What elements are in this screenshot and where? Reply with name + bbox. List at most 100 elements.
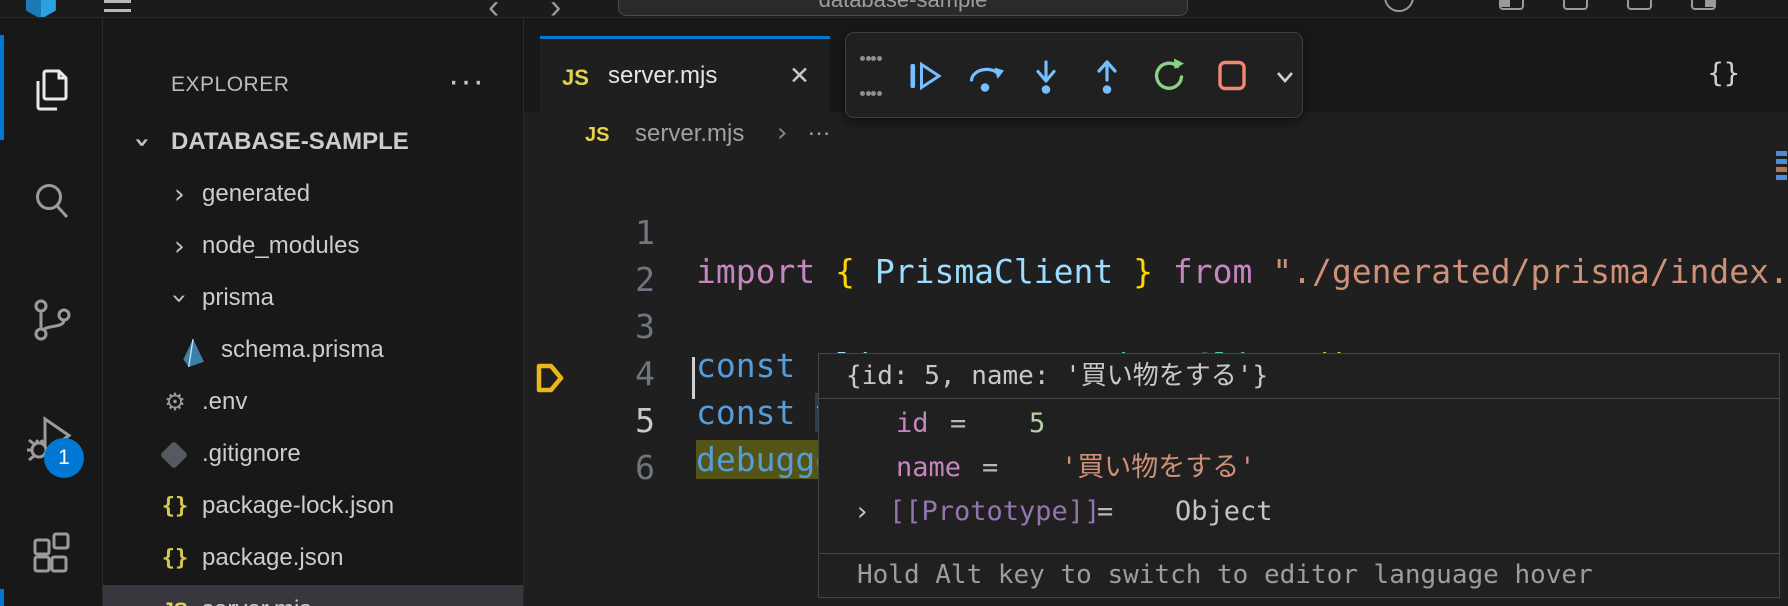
toggle-sidebar-icon[interactable] [1499, 0, 1524, 10]
extensions-icon [26, 529, 78, 581]
activity-bar: 1 [0, 18, 103, 606]
chevron-down-icon: › [127, 137, 158, 148]
git-icon [160, 441, 188, 469]
command-center-label: database-sample [819, 0, 988, 12]
continue-button[interactable] [904, 56, 944, 96]
tree-item-server-mjs[interactable]: JS server.mjs [103, 585, 523, 606]
prisma-icon [180, 336, 210, 366]
line-number: 6 [615, 444, 655, 491]
tree-item-label: package-lock.json [202, 492, 394, 520]
hover-summary: {id: 5, name: '買い物をする'} [819, 354, 1779, 399]
tree-item-node-modules[interactable]: › node_modules [103, 221, 523, 273]
code-line: 1 import { PrismaClient } from "./genera… [524, 170, 1788, 217]
tree-item-package-json[interactable]: {} package.json [103, 533, 523, 585]
tree-item-label: node_modules [202, 232, 359, 260]
property-value: 5 [1029, 402, 1045, 446]
close-icon[interactable]: ✕ [789, 61, 810, 91]
hover-summary-text: {id: 5, name: '買い物をする'} [846, 361, 1268, 391]
status-indicator-sliver [0, 589, 4, 606]
breadcrumb-symbol[interactable]: … [807, 114, 831, 142]
property-row-prototype[interactable]: › [[Prototype]] = Object [819, 490, 1779, 534]
sidebar-item-extensions[interactable] [26, 529, 78, 581]
app-logo-icon [24, 0, 58, 18]
code-line: 3 const client = new PrismaClient(); [524, 264, 1788, 311]
hover-properties: id = 5 name = '買い物をする' › [[Prototype]] =… [819, 400, 1779, 554]
search-icon [26, 177, 78, 229]
sidebar-item-explorer[interactable] [26, 64, 78, 116]
braces-action-icon[interactable]: {} [1707, 58, 1740, 89]
js-icon: JS [160, 596, 190, 606]
tree-item-root[interactable]: › DATABASE-SAMPLE [103, 117, 523, 169]
tree-item-schema-prisma[interactable]: schema.prisma [103, 325, 523, 377]
tree-item-label: .gitignore [202, 440, 301, 468]
more-actions-icon[interactable]: ··· [448, 62, 485, 101]
json-icon: {} [160, 492, 190, 522]
nav-back-icon[interactable]: ‹ [488, 0, 499, 18]
explorer-title: EXPLORER [171, 73, 289, 97]
tree-item-label: prisma [202, 284, 274, 312]
equals-sign: = [950, 402, 966, 446]
stop-button[interactable] [1212, 56, 1252, 96]
code-line: 4 const todos = await client.todo.create… [524, 311, 1788, 358]
active-view-indicator [0, 35, 4, 140]
account-icon[interactable] [1384, 0, 1414, 12]
toggle-secondary-sidebar-icon[interactable] [1627, 0, 1652, 10]
tree-item-env[interactable]: ⚙ .env [103, 377, 523, 429]
drag-handle[interactable] [860, 56, 882, 96]
hover-footer-text: Hold Alt key to switch to editor languag… [857, 560, 1593, 590]
menu-icon[interactable] [104, 0, 131, 18]
js-icon: JS [585, 120, 609, 150]
sidebar-item-search[interactable] [26, 177, 78, 229]
tree-item-package-lock[interactable]: {} package-lock.json [103, 481, 523, 533]
nav-forward-icon[interactable]: › [550, 0, 561, 18]
json-icon: {} [160, 544, 190, 574]
explorer-sidebar: EXPLORER ··· › DATABASE-SAMPLE › generat… [103, 18, 524, 606]
property-value: Object [1175, 490, 1273, 534]
breadcrumb-file[interactable]: server.mjs [635, 120, 744, 148]
customize-layout-icon[interactable] [1691, 0, 1716, 10]
command-center[interactable]: database-sample [618, 0, 1188, 16]
tree-item-prisma[interactable]: › prisma [103, 273, 523, 325]
code-line: 2 [524, 217, 1788, 264]
tab-server-mjs[interactable]: JS server.mjs ✕ [540, 36, 830, 112]
tab-label: server.mjs [608, 62, 717, 90]
chevron-right-icon: › [174, 179, 185, 210]
toggle-panel-icon[interactable] [1563, 0, 1588, 10]
equals-sign: = [982, 446, 998, 490]
property-value: '買い物をする' [1061, 446, 1256, 490]
explorer-header: EXPLORER ··· [103, 62, 523, 112]
expand-chevron-icon[interactable]: › [857, 490, 867, 534]
restart-button[interactable] [1149, 56, 1189, 96]
sidebar-item-source-control[interactable] [26, 294, 78, 346]
chevron-down-icon: › [164, 293, 195, 304]
current-stack-frame-icon [535, 361, 565, 395]
debug-toolbar [845, 32, 1303, 118]
chevron-right-icon: › [777, 118, 787, 148]
title-bar: ‹ › database-sample [0, 0, 1788, 18]
tree-item-label: schema.prisma [221, 336, 384, 364]
debug-badge: 1 [44, 438, 84, 478]
hover-footer-hint: Hold Alt key to switch to editor languag… [819, 553, 1779, 597]
step-out-button[interactable] [1087, 56, 1127, 96]
property-row-id[interactable]: id = 5 [819, 402, 1779, 446]
step-over-button[interactable] [965, 56, 1005, 96]
tree-item-label: generated [202, 180, 310, 208]
source-control-icon [26, 294, 78, 346]
property-name: id [896, 402, 929, 446]
step-into-button[interactable] [1026, 56, 1066, 96]
tree-item-generated[interactable]: › generated [103, 169, 523, 221]
property-row-name[interactable]: name = '買い物をする' [819, 446, 1779, 490]
gear-icon: ⚙ [160, 388, 190, 418]
tree-item-label: DATABASE-SAMPLE [171, 128, 409, 156]
tree-item-gitignore[interactable]: .gitignore [103, 429, 523, 481]
equals-sign: = [1097, 490, 1113, 534]
breadcrumb: JS server.mjs › … [524, 112, 1788, 160]
chevron-right-icon: › [174, 231, 185, 262]
minimap[interactable] [1775, 148, 1788, 218]
debug-dropdown-chevron-icon[interactable] [1274, 66, 1296, 88]
property-name: name [896, 446, 961, 490]
property-name: [[Prototype]] [889, 490, 1100, 534]
files-icon [26, 64, 78, 116]
js-icon: JS [562, 63, 589, 93]
tree-item-label: package.json [202, 544, 343, 572]
